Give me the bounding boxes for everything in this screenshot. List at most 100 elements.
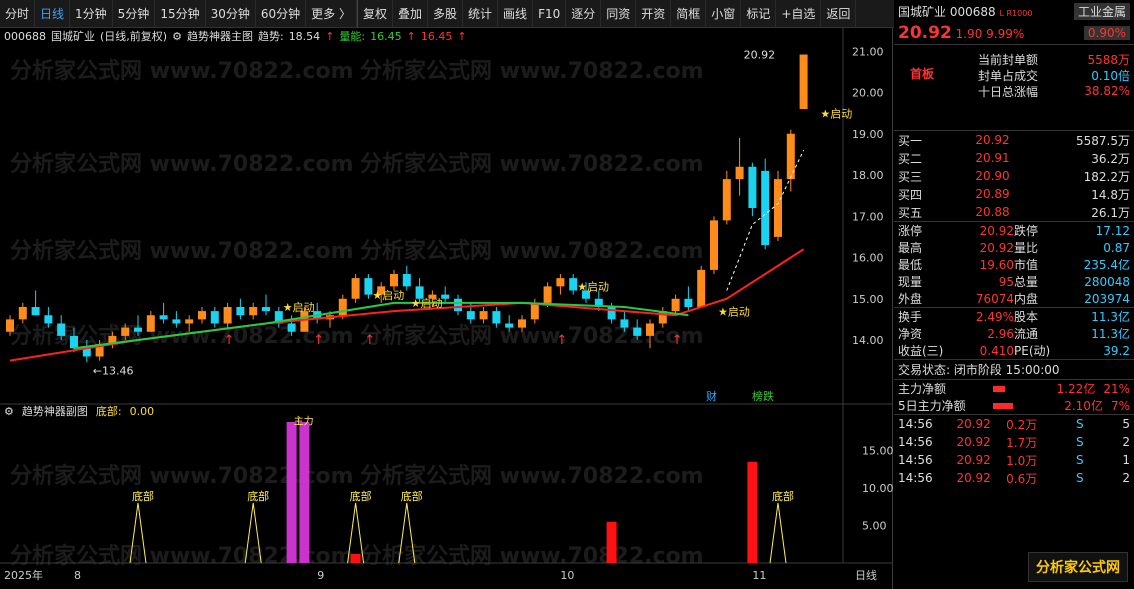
stat-cell: 股本 xyxy=(1014,310,1039,324)
tick-cell: 14:56 xyxy=(898,417,933,431)
toolbar-item-21[interactable]: 返回 xyxy=(821,0,857,28)
toolbar-item-11[interactable]: 统计 xyxy=(463,0,499,28)
stat-cell: 市值 xyxy=(1014,258,1039,272)
price-tick: 21.00 xyxy=(852,45,884,58)
stat-cell: 换手 xyxy=(898,310,923,324)
candle xyxy=(210,311,219,324)
toolbar-item-14[interactable]: 逐分 xyxy=(566,0,602,28)
candle xyxy=(57,323,66,336)
candle xyxy=(505,323,514,328)
candle xyxy=(479,311,488,320)
bid-row: 买五 20.88 26.1万 xyxy=(894,203,1134,221)
start-signal-label: ★启动 xyxy=(411,297,443,310)
flow-value: 1.22亿 xyxy=(1056,382,1096,396)
toolbar-item-2[interactable]: 1分钟 xyxy=(70,0,113,28)
info-row: 当前封单额 5588万 xyxy=(974,51,1134,67)
sub-title[interactable]: 趋势神器副图 xyxy=(22,403,88,419)
tick-cell: 0.2万 xyxy=(1006,417,1038,432)
finance-mark: 财 xyxy=(706,389,717,403)
stat-cell: 0.410 xyxy=(979,343,1014,358)
flow-row: 主力净额 1.22亿 21% xyxy=(894,380,1134,397)
candle xyxy=(262,307,270,312)
tick-cell: 20.92 xyxy=(956,435,991,449)
period-tab[interactable]: 日线 xyxy=(855,568,877,582)
bottom-label: 底部 xyxy=(247,489,269,503)
toolbar-item-19[interactable]: 标记 xyxy=(741,0,777,28)
stat-row: 收益(三) 0.410 PE(动) 39.2 xyxy=(894,342,1134,359)
bottom-label: 底部 xyxy=(401,489,423,503)
tick-cell: 14:56 xyxy=(898,453,933,467)
sub-label: 底部: xyxy=(95,405,122,418)
date-tick: 11 xyxy=(752,569,766,582)
sub-tick: 5.00 xyxy=(862,520,887,533)
candle xyxy=(159,315,168,320)
stat-row: 净资 2.96 流通 11.3亿 xyxy=(894,325,1134,342)
info-row: 封单占成交 0.10倍 xyxy=(974,67,1134,83)
toolbar-item-5[interactable]: 30分钟 xyxy=(206,0,256,28)
toolbar-item-13[interactable]: F10 xyxy=(533,0,567,28)
tick-cell: 14:56 xyxy=(898,471,933,485)
bottom-label: 底部 xyxy=(132,489,154,503)
bottom-peak xyxy=(398,502,416,564)
tick-cell: S xyxy=(1076,417,1084,431)
sidebar-stock-code: 000688 xyxy=(949,4,996,19)
tick-cell: 5 xyxy=(1122,417,1131,431)
stat-row: 最低 19.60 市值 235.4亿 xyxy=(894,256,1134,273)
toolbar-item-16[interactable]: 开资 xyxy=(636,0,672,28)
stat-cell: 11.3亿 xyxy=(1091,310,1130,324)
toolbar-item-6[interactable]: 60分钟 xyxy=(256,0,307,28)
stat-cell: 净资 xyxy=(898,327,923,341)
stat-cell: 95 xyxy=(998,274,1014,289)
candle xyxy=(697,269,706,307)
toolbar-item-1[interactable]: 日线 xyxy=(35,0,71,28)
tick-list: 14:56 20.92 0.2万 S 5 14:56 20.92 1.7万 S 2 14:56 20.… xyxy=(894,414,1134,487)
toolbar-item-9[interactable]: 叠加 xyxy=(393,0,429,28)
toolbar-item-15[interactable]: 同资 xyxy=(601,0,637,28)
stat-cell: 收益(三) xyxy=(898,344,944,358)
toolbar-item-7[interactable]: 更多 〉 xyxy=(306,0,357,28)
flow-bar xyxy=(993,402,1013,409)
capital-flows: 主力净额 1.22亿 21% 5日主力净额 2.10亿 7% xyxy=(894,379,1134,414)
candle xyxy=(223,307,232,324)
toolbar-item-17[interactable]: 简框 xyxy=(671,0,707,28)
bid-volume: 26.1万 xyxy=(1091,205,1130,220)
toolbar-item-4[interactable]: 15分钟 xyxy=(155,0,206,28)
toolbar-item-0[interactable]: 分时 xyxy=(0,0,36,28)
gear-icon[interactable]: ⚙ xyxy=(4,405,14,418)
bid-volume: 14.8万 xyxy=(1091,187,1130,202)
tick-cell: 1.7万 xyxy=(1006,435,1038,450)
sub-indicator-bar: ⚙ 趋势神器副图 底部: 0.00 xyxy=(4,403,154,419)
toolbar-item-18[interactable]: 小窗 xyxy=(706,0,742,28)
toolbar-item-8[interactable]: 复权 xyxy=(356,0,393,28)
main-chart-area: 分析家公式网 www.70822.com 分析家公式网 www.70822.co… xyxy=(0,28,893,589)
toolbar-item-12[interactable]: 画线 xyxy=(498,0,534,28)
candle xyxy=(364,278,373,295)
sub-bar xyxy=(747,461,758,563)
price-change: 1.90 xyxy=(955,27,983,41)
candle xyxy=(249,307,258,316)
stat-cell: 76074 xyxy=(975,291,1014,306)
candle xyxy=(198,311,206,320)
toolbar-item-20[interactable]: +自选 xyxy=(776,0,822,28)
trade-status: 交易状态: 闭市阶段 15:00:00 xyxy=(894,359,1134,379)
info-row: 十日总涨幅 38.82% xyxy=(974,83,1134,99)
price-tick: 16.00 xyxy=(852,252,884,265)
stat-row: 涨停 20.92 跌停 17.12 xyxy=(894,222,1134,239)
toolbar-item-10[interactable]: 多股 xyxy=(428,0,464,28)
stat-cell: 19.60 xyxy=(979,257,1014,272)
start-signal-label: ★启动 xyxy=(283,301,315,314)
sector-change: 0.90% xyxy=(1083,26,1130,40)
sector-button[interactable]: 工业金属 xyxy=(1073,2,1130,20)
sub-bar xyxy=(286,422,297,563)
price-tick: 18.00 xyxy=(852,169,884,182)
up-arrow-icon: ↑ xyxy=(556,333,567,348)
candlestick-chart[interactable]: 21.00 20.00 19.00 18.00 17.00 16.00 15.00 14.00… xyxy=(0,28,893,589)
bid-volume: 5587.5万 xyxy=(1075,133,1130,148)
toolbar-item-3[interactable]: 5分钟 xyxy=(113,0,156,28)
stat-cell: 内盘 xyxy=(1014,292,1039,306)
stat-cell: 203974 xyxy=(1084,291,1130,306)
max-price-label: 20.92 xyxy=(744,49,776,62)
stat-cell: 17.12 xyxy=(1095,223,1130,238)
last-price: 20.92 xyxy=(898,23,952,43)
candle xyxy=(390,274,398,287)
